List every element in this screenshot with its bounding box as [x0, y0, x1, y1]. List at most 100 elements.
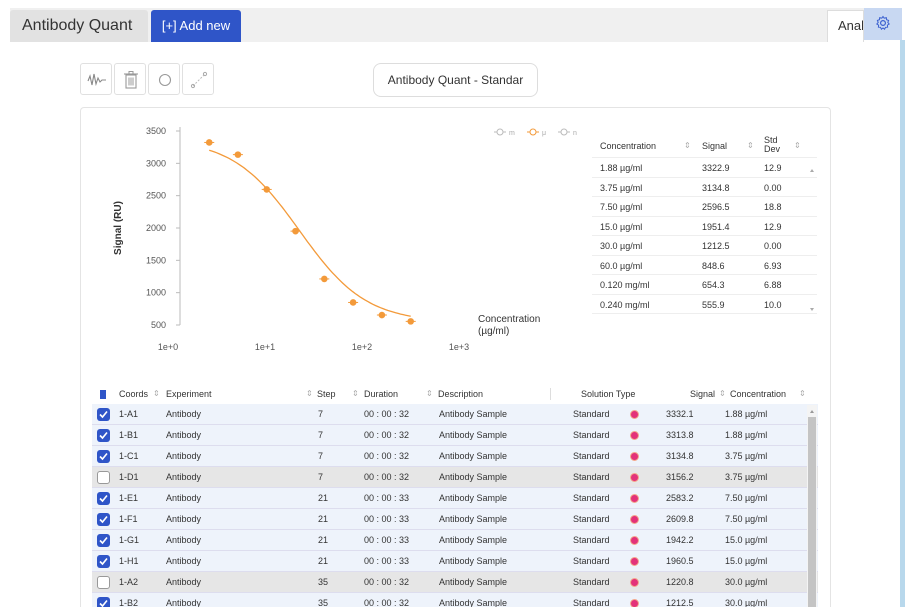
checkmark-icon: [99, 410, 108, 419]
table-row[interactable]: 1-C1 Antibody 7 00 : 00 : 32 Antibody Sample…: [92, 446, 818, 467]
table-row[interactable]: 1-H1 Antibody 21 00 : 00 : 33 Antibody Sampl…: [92, 551, 818, 572]
cell-coords: 1-A2: [119, 577, 139, 587]
col-duration[interactable]: Duration: [364, 389, 398, 399]
std-cell-concentration: 15.0 µg/ml: [600, 221, 643, 232]
col-concentration[interactable]: Concentration: [730, 389, 786, 399]
legend-marker: [529, 128, 537, 136]
cell-solution-type: Standard: [573, 472, 610, 482]
settings-button[interactable]: [864, 8, 902, 40]
standards-table-row[interactable]: 15.0 µg/ml 1951.4 12.9: [592, 217, 817, 236]
data-point: [205, 139, 213, 146]
table-row[interactable]: 1-F1 Antibody 21 00 : 00 : 33 Antibody Sampl…: [92, 509, 818, 530]
cell-step: 7: [318, 472, 324, 482]
row-checkbox[interactable]: [97, 450, 110, 463]
cell-duration: 00 : 00 : 32: [364, 577, 410, 587]
table-row[interactable]: 1-B1 Antibody 7 00 : 00 : 32 Antibody Sample…: [92, 425, 818, 446]
cell-description: Antibody Sample: [439, 451, 508, 461]
delete-button[interactable]: [114, 63, 146, 95]
cell-unit: µg/ml: [745, 577, 768, 587]
table-row[interactable]: 1-B2 Antibody 35 00 : 00 : 32 Antibody Sampl…: [92, 593, 818, 607]
col-description[interactable]: Description: [438, 389, 483, 399]
standards-table-row[interactable]: 60.0 µg/ml 848.6 6.93: [592, 256, 817, 275]
cell-duration: 00 : 00 : 33: [364, 493, 410, 503]
scroll-up-icon[interactable]: [807, 406, 817, 416]
col-step[interactable]: Step: [317, 389, 336, 399]
row-checkbox[interactable]: [97, 555, 110, 568]
sort-icon[interactable]: ⇕: [747, 141, 754, 150]
sort-icon[interactable]: ⇕: [306, 389, 313, 398]
table-row[interactable]: 1-D1 Antibody 7 00 : 00 : 32 Antibody Sample…: [92, 467, 818, 488]
sort-icon[interactable]: ⇕: [719, 389, 726, 398]
waveform-button[interactable]: [80, 63, 112, 95]
add-new-tab-button[interactable]: [+] Add new: [151, 10, 241, 42]
sort-icon[interactable]: ⇕: [153, 389, 160, 398]
checkmark-icon: [99, 536, 108, 545]
row-checkbox[interactable]: [97, 513, 110, 526]
standards-table-row[interactable]: 7.50 µg/ml 2596.5 18.8: [592, 197, 817, 217]
cell-concentration: 15.0: [725, 535, 743, 545]
fit-line-button[interactable]: [182, 63, 214, 95]
standards-table-row[interactable]: 0.240 mg/ml 555.9 10.0: [592, 295, 817, 314]
std-col-concentration[interactable]: Concentration: [600, 141, 656, 151]
standards-table-row[interactable]: 1.88 µg/ml 3322.9 12.9: [592, 158, 817, 178]
sort-icon[interactable]: ⇕: [684, 141, 691, 150]
std-col-stddev[interactable]: Std Dev: [764, 136, 786, 154]
standards-table-row[interactable]: 30.0 µg/ml 1212.5 0.00: [592, 236, 817, 256]
cell-experiment: Antibody: [166, 556, 202, 566]
cell-description: Antibody Sample: [439, 535, 508, 545]
sort-icon[interactable]: ⇕: [426, 389, 433, 398]
table-row[interactable]: 1-A1 Antibody 7 00 : 00 : 32 Antibody Sample…: [92, 404, 818, 425]
std-cell-signal: 3134.8: [702, 182, 730, 193]
cell-duration: 00 : 00 : 33: [364, 556, 410, 566]
row-checkbox[interactable]: [97, 534, 110, 547]
standards-table-row[interactable]: 0.120 mg/ml 654.3 6.88: [592, 275, 817, 295]
cell-solution-type: Standard: [573, 598, 610, 607]
cell-concentration: 30.0: [725, 598, 743, 607]
cell-duration: 00 : 00 : 32: [364, 451, 410, 461]
cell-coords: 1-C1: [119, 451, 139, 461]
table-row[interactable]: 1-G1 Antibody 21 00 : 00 : 33 Antibody Sampl…: [92, 530, 818, 551]
table-row[interactable]: 1-A2 Antibody 35 00 : 00 : 32 Antibody Sampl…: [92, 572, 818, 593]
legend-marker: [560, 128, 568, 136]
standards-table-row[interactable]: 3.75 µg/ml 3134.8 0.00: [592, 178, 817, 197]
std-col-signal[interactable]: Signal: [702, 141, 727, 151]
cell-unit: µg/ml: [745, 556, 768, 566]
tab-analysis[interactable]: Anal: [827, 10, 864, 42]
std-cell-signal: 848.6: [702, 260, 725, 271]
scrollbar-thumb[interactable]: [808, 417, 816, 607]
chart-selector-button[interactable]: Antibody Quant - Standar: [373, 63, 538, 97]
select-all-checkbox[interactable]: [100, 390, 106, 399]
wells-table-scrollbar[interactable]: [807, 405, 817, 607]
row-checkbox[interactable]: [97, 576, 110, 589]
circle-tool-button[interactable]: [148, 63, 180, 95]
std-cell-stddev: 6.93: [764, 260, 782, 271]
col-signal[interactable]: Signal: [690, 389, 715, 399]
cell-step: 21: [318, 514, 329, 524]
tab-antibody-quant[interactable]: Antibody Quant: [10, 10, 148, 42]
trash-icon: [124, 71, 138, 89]
cell-coords: 1-F1: [119, 514, 138, 524]
column-divider[interactable]: [550, 388, 551, 400]
sort-icon[interactable]: ⇕: [799, 389, 806, 398]
col-coords[interactable]: Coords: [119, 389, 148, 399]
cell-unit: µg/ml: [745, 451, 768, 461]
sort-icon[interactable]: ⇕: [352, 389, 359, 398]
checkmark-icon: [99, 599, 108, 607]
col-solution-type[interactable]: Solution Type: [581, 389, 635, 399]
cell-solution-type: Standard: [573, 535, 610, 545]
sort-icon[interactable]: ⇕: [794, 141, 801, 150]
table-row[interactable]: 1-E1 Antibody 21 00 : 00 : 33 Antibody Sampl…: [92, 488, 818, 509]
scroll-up-icon: [810, 169, 814, 172]
cell-description: Antibody Sample: [439, 598, 508, 607]
standards-table-scrollbar[interactable]: [808, 158, 816, 318]
cell-experiment: Antibody: [166, 535, 202, 545]
row-checkbox[interactable]: [97, 471, 110, 484]
cell-coords: 1-E1: [119, 493, 139, 503]
row-checkbox[interactable]: [97, 408, 110, 421]
row-checkbox[interactable]: [97, 597, 110, 607]
col-experiment[interactable]: Experiment: [166, 389, 212, 399]
cell-solution-type: Standard: [573, 451, 610, 461]
cell-duration: 00 : 00 : 32: [364, 430, 410, 440]
row-checkbox[interactable]: [97, 429, 110, 442]
row-checkbox[interactable]: [97, 492, 110, 505]
